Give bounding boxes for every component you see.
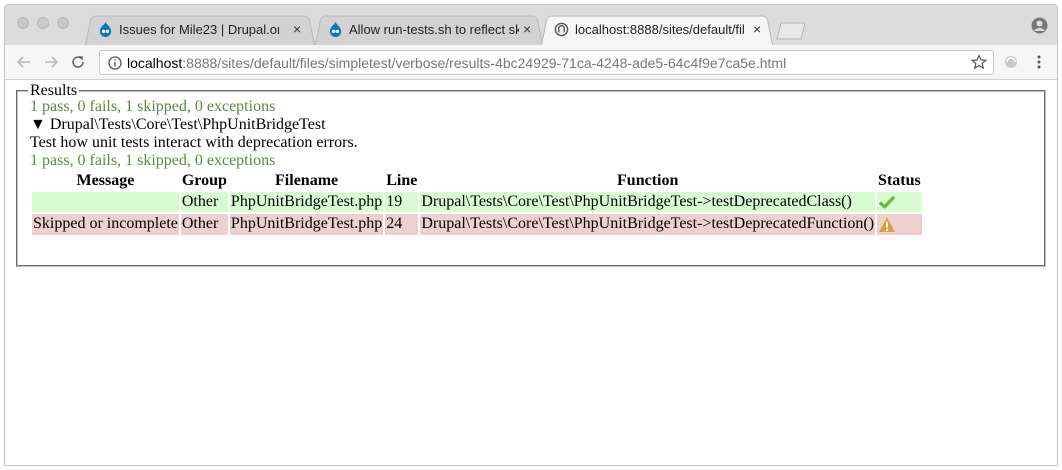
menu-kebab-icon[interactable]: [1031, 54, 1047, 70]
tab-run-tests[interactable]: Allow run-tests.sh to reflect sk ×: [315, 14, 543, 45]
minimize-window-button[interactable]: [37, 17, 49, 29]
results-table: Message Group Filename Line Function Sta…: [30, 169, 924, 237]
cell-line: 19: [385, 192, 419, 213]
browser-window: Issues for Mile23 | Drupal.org × Allow r…: [4, 4, 1058, 466]
cell-group: Other: [180, 214, 228, 235]
maximize-window-button[interactable]: [57, 17, 69, 29]
overall-summary: 1 pass, 0 fails, 1 skipped, 0 exceptions: [30, 98, 276, 115]
tab-title: Allow run-tests.sh to reflect sk: [349, 22, 519, 37]
cell-group: Other: [180, 192, 228, 213]
cell-message: Skipped or incomplete: [32, 214, 179, 235]
tab-title: localhost:8888/sites/default/fil: [575, 22, 745, 37]
cell-filename: PhpUnitBridgeTest.php: [229, 192, 384, 213]
close-tab-icon[interactable]: ×: [293, 21, 301, 37]
close-tab-icon[interactable]: ×: [523, 21, 531, 37]
column-header-message: Message: [76, 172, 135, 189]
new-tab-button[interactable]: [775, 22, 807, 40]
tab-localhost-results[interactable]: localhost:8888/sites/default/fil ×: [541, 14, 773, 45]
address-host: localhost: [127, 55, 183, 71]
reload-icon[interactable]: [69, 53, 87, 71]
extension-icon[interactable]: [1003, 54, 1019, 70]
column-header-status: Status: [878, 172, 921, 189]
info-icon[interactable]: [108, 56, 122, 70]
tab-title: Issues for Mile23 | Drupal.org: [119, 22, 279, 37]
cell-function: Drupal\Tests\Core\Test\PhpUnitBridgeTest…: [420, 214, 876, 235]
close-tab-icon[interactable]: ×: [753, 21, 761, 37]
bookmark-star-icon[interactable]: [971, 54, 987, 70]
column-header-function: Function: [617, 172, 679, 189]
table-row: Other PhpUnitBridgeTest.php 19 Drupal\Te…: [32, 192, 922, 213]
profile-icon[interactable]: [1031, 17, 1048, 34]
column-header-group: Group: [181, 172, 227, 189]
drupal-icon: [99, 22, 112, 37]
tab-strip: Issues for Mile23 | Drupal.org × Allow r…: [5, 5, 1057, 45]
test-class-toggle[interactable]: ▼ Drupal\Tests\Core\Test\PhpUnitBridgeTe…: [30, 116, 326, 134]
cell-line: 24: [385, 214, 419, 235]
cell-function: Drupal\Tests\Core\Test\PhpUnitBridgeTest…: [420, 192, 876, 213]
page-content: Results 1 pass, 0 fails, 1 skipped, 0 ex…: [5, 80, 1057, 465]
cell-status: [877, 214, 922, 235]
drupal-icon: [329, 22, 342, 37]
tab-drupal-issues[interactable]: Issues for Mile23 | Drupal.org ×: [85, 14, 315, 45]
close-window-button[interactable]: [17, 17, 29, 29]
address-path: :8888/sites/default/files/simpletest/ver…: [182, 55, 787, 71]
cell-message: [32, 192, 179, 213]
cell-status: [877, 192, 922, 213]
cell-filename: PhpUnitBridgeTest.php: [229, 214, 384, 235]
table-header-row: Message Group Filename Line Function Sta…: [32, 171, 922, 190]
class-summary: 1 pass, 0 fails, 1 skipped, 0 exceptions: [30, 152, 276, 169]
address-bar[interactable]: localhost:8888/sites/default/files/simpl…: [99, 50, 994, 75]
back-arrow-icon[interactable]: [15, 53, 33, 71]
forward-arrow-icon[interactable]: [42, 53, 60, 71]
table-row: Skipped or incomplete Other PhpUnitBridg…: [32, 214, 922, 235]
check-icon: [878, 196, 896, 209]
results-fieldset: Results 1 pass, 0 fails, 1 skipped, 0 ex…: [16, 82, 1046, 267]
generic-page-icon: [554, 22, 569, 37]
column-header-filename: Filename: [275, 172, 339, 189]
test-description: Test how unit tests interact with deprec…: [30, 134, 358, 151]
browser-toolbar: localhost:8888/sites/default/files/simpl…: [5, 45, 1057, 80]
warning-icon: [879, 217, 896, 232]
column-header-line: Line: [386, 172, 418, 189]
address-url: localhost:8888/sites/default/files/simpl…: [127, 55, 786, 71]
